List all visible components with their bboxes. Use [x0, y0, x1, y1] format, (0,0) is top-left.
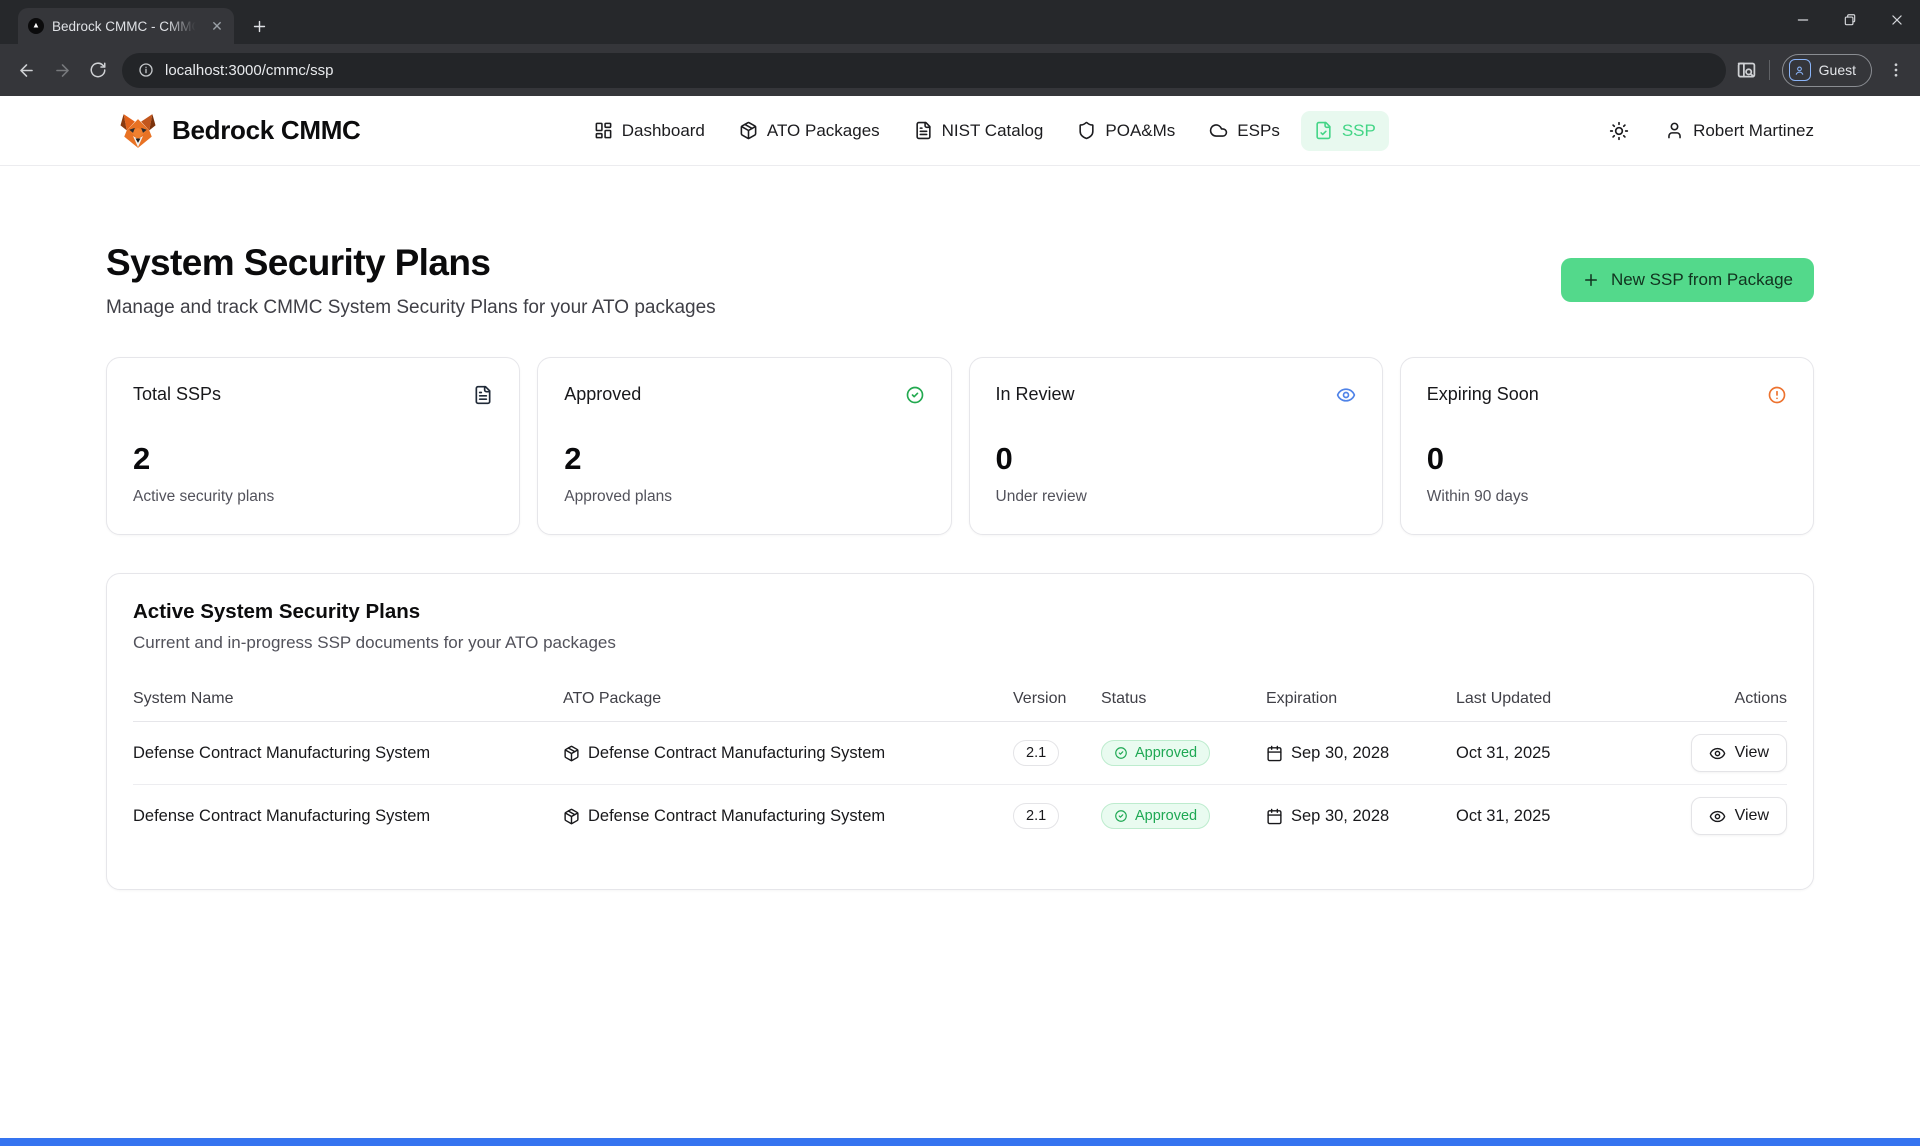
new-tab-button[interactable] [244, 11, 274, 41]
browser-chrome: ▲ Bedrock CMMC - CMMC Level 2 ✕ [0, 0, 1920, 96]
tab-close-icon[interactable]: ✕ [208, 17, 226, 35]
stat-card-expiring-soon: Expiring Soon 0 Within 90 days [1400, 357, 1814, 535]
table-row: Defense Contract Manufacturing System De… [133, 785, 1787, 847]
new-ssp-button[interactable]: New SSP from Package [1561, 258, 1814, 302]
toolbar-divider [1769, 60, 1770, 80]
stat-value: 0 [1427, 441, 1787, 477]
profile-chip[interactable]: Guest [1782, 54, 1872, 87]
nav-item-esps[interactable]: ESPs [1196, 111, 1293, 151]
ato-package-cell: Defense Contract Manufacturing System [563, 744, 1013, 763]
ssp-table: System Name ATO Package Version Status E… [133, 679, 1787, 847]
tab-favicon-icon: ▲ [28, 18, 44, 34]
main-nav: Dashboard ATO Packages NIST Catalog POA&… [361, 111, 1610, 151]
browser-tab[interactable]: ▲ Bedrock CMMC - CMMC Level 2 ✕ [18, 8, 234, 44]
close-window-icon[interactable] [1873, 0, 1920, 40]
stat-value: 2 [133, 441, 493, 477]
check-circle-icon [1114, 746, 1128, 760]
stat-value: 0 [996, 441, 1356, 477]
bottom-accent-bar [0, 1138, 1920, 1146]
system-name-cell: Defense Contract Manufacturing System [133, 744, 563, 763]
view-button[interactable]: View [1691, 797, 1787, 835]
page-title: System Security Plans [106, 242, 716, 284]
eye-icon [1709, 808, 1726, 825]
file-text-icon [914, 121, 933, 140]
stat-card-total-ssps: Total SSPs 2 Active security plans [106, 357, 520, 535]
url-text[interactable]: localhost:3000/cmmc/ssp [165, 62, 333, 79]
site-info-icon[interactable] [138, 62, 154, 78]
main-content: System Security Plans Manage and track C… [0, 166, 1920, 890]
check-circle-icon [1114, 809, 1128, 823]
reload-icon[interactable] [80, 52, 116, 88]
forward-icon[interactable] [44, 52, 80, 88]
version-badge: 2.1 [1013, 740, 1059, 766]
search-sidebar-icon[interactable] [1736, 60, 1757, 81]
user-icon [1665, 121, 1684, 140]
browser-toolbar: localhost:3000/cmmc/ssp Guest [0, 44, 1920, 96]
calendar-icon [1266, 808, 1283, 825]
file-check-icon [1314, 121, 1333, 140]
guest-avatar-icon [1789, 59, 1811, 81]
package-icon [563, 745, 580, 762]
version-badge: 2.1 [1013, 803, 1059, 829]
restore-icon[interactable] [1826, 0, 1873, 40]
calendar-icon [1266, 745, 1283, 762]
alert-circle-icon [1767, 385, 1787, 405]
eye-icon [1709, 745, 1726, 762]
nav-item-ssp[interactable]: SSP [1301, 111, 1389, 151]
stat-value: 2 [564, 441, 924, 477]
fox-logo-icon [118, 111, 158, 151]
browser-menu-icon[interactable] [1884, 58, 1908, 82]
package-icon [563, 808, 580, 825]
ato-package-cell: Defense Contract Manufacturing System [563, 807, 1013, 826]
theme-toggle[interactable] [1609, 121, 1629, 141]
expiration-cell: Sep 30, 2028 [1266, 744, 1456, 763]
stat-cards: Total SSPs 2 Active security plans Appro… [106, 357, 1814, 535]
status-badge: Approved [1101, 740, 1210, 766]
window-controls [1779, 0, 1920, 40]
eye-icon [1336, 385, 1356, 405]
stat-card-approved: Approved 2 Approved plans [537, 357, 951, 535]
view-button[interactable]: View [1691, 734, 1787, 772]
back-icon[interactable] [8, 52, 44, 88]
tab-title: Bedrock CMMC - CMMC Level 2 [52, 19, 200, 34]
profile-label: Guest [1819, 62, 1856, 78]
table-row: Defense Contract Manufacturing System De… [133, 722, 1787, 785]
status-badge: Approved [1101, 803, 1210, 829]
ssp-table-card: Active System Security Plans Current and… [106, 573, 1814, 890]
package-icon [739, 121, 758, 140]
table-card-title: Active System Security Plans [133, 600, 1787, 624]
table-header-row: System Name ATO Package Version Status E… [133, 679, 1787, 722]
dashboard-icon [594, 121, 613, 140]
user-menu[interactable]: Robert Martinez [1665, 121, 1814, 141]
stat-card-in-review: In Review 0 Under review [969, 357, 1383, 535]
file-text-icon [473, 385, 493, 405]
app-header: Bedrock CMMC Dashboard ATO Packages NIST… [0, 96, 1920, 166]
nav-item-dashboard[interactable]: Dashboard [581, 111, 718, 151]
shield-icon [1077, 121, 1096, 140]
user-name: Robert Martinez [1693, 121, 1814, 141]
table-card-subtitle: Current and in-progress SSP documents fo… [133, 633, 1787, 653]
system-name-cell: Defense Contract Manufacturing System [133, 807, 563, 826]
sun-icon [1609, 121, 1629, 141]
last-updated-cell: Oct 31, 2025 [1456, 744, 1674, 763]
tab-strip: ▲ Bedrock CMMC - CMMC Level 2 ✕ [0, 0, 1920, 44]
page-subtitle: Manage and track CMMC System Security Pl… [106, 297, 716, 319]
nav-item-poams[interactable]: POA&Ms [1064, 111, 1188, 151]
expiration-cell: Sep 30, 2028 [1266, 807, 1456, 826]
brand-name: Bedrock CMMC [172, 115, 361, 146]
nav-item-nist-catalog[interactable]: NIST Catalog [901, 111, 1057, 151]
nav-item-ato-packages[interactable]: ATO Packages [726, 111, 893, 151]
check-circle-icon [905, 385, 925, 405]
brand[interactable]: Bedrock CMMC [118, 111, 361, 151]
last-updated-cell: Oct 31, 2025 [1456, 807, 1674, 826]
address-bar[interactable]: localhost:3000/cmmc/ssp [122, 53, 1726, 88]
plus-icon [1582, 271, 1600, 289]
cloud-icon [1209, 121, 1228, 140]
minimize-icon[interactable] [1779, 0, 1826, 40]
